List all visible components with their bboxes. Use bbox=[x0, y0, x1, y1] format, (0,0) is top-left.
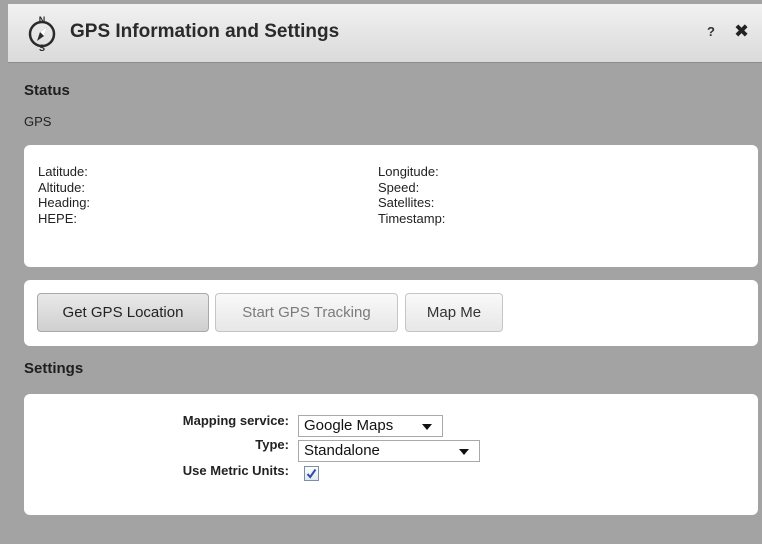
title-bar: N S GPS Information and Settings ? ✖ bbox=[8, 4, 762, 63]
start-gps-tracking-button[interactable]: Start GPS Tracking bbox=[215, 293, 398, 332]
longitude-label: Longitude: bbox=[378, 164, 439, 179]
hepe-label: HEPE: bbox=[38, 210, 78, 226]
window-title: GPS Information and Settings bbox=[70, 21, 340, 42]
status-heading: Status bbox=[24, 82, 70, 99]
altitude-label: Altitude: bbox=[38, 179, 85, 195]
map-me-button[interactable]: Map Me bbox=[405, 293, 503, 332]
gps-dialog: N S GPS Information and Settings ? ✖ Sta… bbox=[8, 4, 762, 544]
status-fields-left: Latitude: Altitude: Heading: HEPE: bbox=[38, 164, 90, 226]
mapping-service-select[interactable]: Google Maps bbox=[298, 415, 443, 437]
chevron-down-icon bbox=[459, 449, 469, 455]
close-button[interactable]: ✖ bbox=[734, 21, 749, 41]
actions-panel: Get GPS Location Start GPS Tracking Map … bbox=[24, 280, 758, 346]
heading-label: Heading: bbox=[38, 195, 91, 210]
svg-text:N: N bbox=[39, 15, 46, 25]
type-label: Type: bbox=[255, 437, 289, 452]
chevron-down-icon bbox=[422, 424, 432, 430]
get-gps-location-button[interactable]: Get GPS Location bbox=[37, 293, 209, 332]
satellites-label: Satellites: bbox=[378, 195, 435, 210]
speed-label: Speed: bbox=[378, 179, 420, 195]
timestamp-label: Timestamp: bbox=[378, 210, 446, 226]
mapping-service-label: Mapping service: bbox=[182, 413, 289, 428]
latitude-label: Latitude: bbox=[38, 164, 88, 179]
svg-text:S: S bbox=[39, 43, 45, 52]
settings-panel: Mapping service: Google Maps Type: Stand… bbox=[24, 394, 758, 515]
type-value: Standalone bbox=[304, 442, 380, 459]
compass-icon: N S bbox=[25, 14, 59, 53]
settings-heading: Settings bbox=[24, 360, 84, 377]
status-fields-right: Longitude: Speed: Satellites: Timestamp: bbox=[378, 164, 445, 226]
mapping-service-value: Google Maps bbox=[304, 417, 394, 434]
type-select[interactable]: Standalone bbox=[298, 440, 480, 462]
help-button[interactable]: ? bbox=[707, 24, 715, 39]
status-source: GPS bbox=[24, 114, 52, 129]
status-panel: Latitude: Altitude: Heading: HEPE: Longi… bbox=[24, 145, 758, 267]
metric-units-checkbox[interactable] bbox=[304, 466, 319, 481]
metric-units-label: Use Metric Units: bbox=[182, 463, 289, 478]
